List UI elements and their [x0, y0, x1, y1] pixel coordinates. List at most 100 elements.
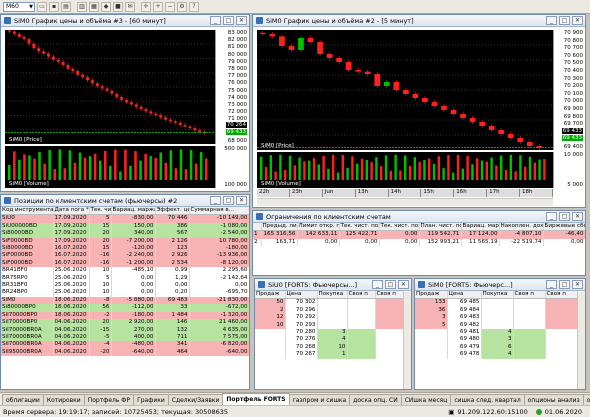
help-icon[interactable]: ? — [189, 1, 199, 12]
table-row[interactable]: SiM0 18.06.2020 -8 -5 880,00 69 483 -21 830,0… — [1, 296, 249, 305]
column-header[interactable]: Код инструмента — [1, 207, 54, 216]
table-row[interactable]: 69 479 6 — [415, 343, 578, 352]
column-header[interactable]: Суммарная в... — [189, 207, 249, 216]
save-icon[interactable]: ▪ — [49, 1, 59, 12]
workspace-tab[interactable]: облигации — [2, 394, 44, 405]
order-book-siu0-titlebar[interactable]: SiU0 [FORTS: Фьючерсы...] _ □ ✕ — [255, 279, 411, 291]
volume-chart-5min[interactable]: SiM0 [Volume] — [257, 152, 553, 188]
column-header[interactable]: Тек. чис — [89, 207, 112, 216]
table-icon[interactable]: ▦ — [89, 1, 99, 12]
table-row[interactable]: SiU0 17.09.2020 5 -830,00 70 446 -10 149,00 — [1, 214, 249, 223]
workspace-tab[interactable]: Портфель ФР — [83, 394, 135, 405]
vertical-scrollbar[interactable] — [403, 292, 411, 389]
maximize-icon[interactable]: □ — [223, 16, 234, 25]
table-row[interactable]: SiI70000BR0A 04.06.2020 -15 270,00 132 4 635,… — [1, 326, 249, 334]
workspace-tab[interactable]: сишка след. квартал — [450, 394, 525, 405]
price-chart-5min[interactable]: SiM0 [Price] — [257, 30, 553, 150]
zoom-in-icon[interactable]: + — [153, 1, 163, 12]
table-row[interactable]: BR75RP0 25.06.2020 5 0,00 1,29 -2 142,64 — [1, 274, 249, 283]
news-icon[interactable]: ✉ — [125, 1, 135, 12]
column-header[interactable]: Биржевые сборы — [543, 223, 585, 232]
column-header[interactable]: Предыд. лимит — [261, 223, 298, 232]
close-icon[interactable]: ✕ — [572, 16, 583, 25]
table-row[interactable]: BR24BP0 25.06.2020 10 0,00 0,20 -695,70 — [1, 289, 249, 297]
zoom-out-icon[interactable]: − — [165, 1, 175, 12]
minimize-icon[interactable]: _ — [210, 196, 221, 205]
positions-window-titlebar[interactable]: Позиции по клиентским счетам (фьючерсы) … — [1, 195, 249, 207]
column-header[interactable]: Эффект. цена — [155, 207, 190, 216]
stop-icon[interactable]: ■ — [113, 1, 123, 12]
connection-status[interactable]: ▣ 91.209.122.60:15100 — [448, 408, 528, 416]
column-header[interactable]: Покупка — [481, 291, 514, 300]
table-row[interactable]: 70 280 3 — [255, 329, 404, 337]
column-header[interactable]: Цена — [447, 291, 482, 300]
workspace-tab[interactable]: газпром и сишка — [288, 394, 351, 405]
column-header[interactable]: Своя п — [375, 291, 404, 300]
chart-window-5min-titlebar[interactable]: SiM0 График цены и объёма #2 - [5 минут]… — [253, 15, 585, 27]
print-icon[interactable]: ▤ — [61, 1, 71, 12]
table-row[interactable]: 5 69 482 — [415, 321, 578, 330]
maximize-icon[interactable]: □ — [559, 16, 570, 25]
table-row[interactable]: 69 478 4 — [415, 351, 578, 359]
minimize-icon[interactable]: _ — [210, 16, 221, 25]
table-row[interactable]: SiI70000BP0 18.06.2020 -2 -180,00 1 484 -1 32… — [1, 311, 249, 320]
column-header[interactable]: Вариац. маржа — [111, 207, 156, 216]
column-header[interactable]: Цена — [285, 291, 318, 300]
vertical-scrollbar[interactable] — [577, 292, 585, 389]
table-row[interactable]: Si80000BP0 18.06.2020 56 -112,00 33 -672,00 — [1, 304, 249, 312]
table-row[interactable]: SiF0000BD 17.09.2020 20 -7 200,00 2 126 10 78… — [1, 237, 249, 246]
table-row[interactable]: 50 70 302 — [255, 298, 404, 307]
table-row[interactable]: 70 267 1 — [255, 351, 404, 359]
column-header[interactable]: Продаж — [415, 291, 448, 300]
table-row[interactable]: SiF0000BD 16.07.2020 -16 -1 200,00 2 534 -8 1… — [1, 259, 249, 268]
settings-icon[interactable]: ⚙ — [177, 1, 187, 12]
column-header[interactable]: Вариац. маржа — [461, 223, 500, 232]
close-icon[interactable]: ✕ — [236, 196, 247, 205]
ticker-combo[interactable]: M60 ▼ — [3, 1, 35, 12]
table-row[interactable]: 3 69 483 — [415, 314, 578, 322]
column-header[interactable]: Своя п — [545, 291, 578, 300]
minimize-icon[interactable]: _ — [372, 280, 383, 289]
workspace-tab[interactable]: Портфель FORTS — [222, 393, 290, 405]
chart-horizontal-scrollbar[interactable] — [257, 198, 553, 206]
maximize-icon[interactable]: □ — [223, 196, 234, 205]
workspace-tab[interactable]: Сделки/Заявки — [167, 394, 224, 405]
close-icon[interactable]: ✕ — [572, 280, 583, 289]
table-row[interactable]: SiI95000BR0A 04.06.2020 -20 -640,00 464 -640,… — [1, 348, 249, 357]
column-header[interactable]: Накоплен. доход — [499, 223, 544, 232]
workspace-tab[interactable]: опционы РТС — [582, 394, 590, 405]
column-header[interactable]: Покупка — [317, 291, 348, 300]
workspace-tab[interactable]: СИшка месяц — [400, 394, 452, 405]
chart-window-60min-titlebar[interactable]: SiM0 График цены и объёма #3 - [60 минут… — [1, 15, 249, 27]
table-row[interactable]: SiU00000BD 17.09.2020 15 150,00 386 -1 080,00 — [1, 222, 249, 231]
order-icon[interactable]: ◆ — [101, 1, 111, 12]
column-header[interactable]: План. чист. поз. — [419, 223, 462, 232]
price-chart-60min[interactable]: SiM0 [Price] — [5, 28, 215, 144]
table-row[interactable]: 2 163,71 0,00 0,00 0,00 152 993,21 11 565,19 -2… — [253, 238, 585, 247]
table-row[interactable]: Si80000BD 16.07.2020 15 -120,00 123 -180,00 — [1, 245, 249, 253]
maximize-icon[interactable]: □ — [559, 280, 570, 289]
column-header[interactable]: Продаж — [255, 291, 286, 300]
table-row[interactable]: 70 276 4 — [255, 336, 404, 344]
open-icon[interactable]: ▭ — [37, 1, 47, 12]
minimize-icon[interactable]: _ — [546, 212, 557, 221]
minimize-icon[interactable]: _ — [546, 280, 557, 289]
table-row[interactable]: SiI70000BP0 04.06.2020 20 2 920,00 146 21 460… — [1, 319, 249, 327]
table-row[interactable]: 10 70 293 — [255, 321, 404, 330]
table-row[interactable]: SiI70000BR0A 04.06.2020 -4 -480,00 341 -6 820… — [1, 341, 249, 349]
workspace-tab[interactable]: доска опц. СИ — [349, 394, 402, 405]
table-row[interactable]: 12 70 292 — [255, 314, 404, 322]
column-header[interactable]: Тек. чист. поз. ( — [379, 223, 420, 232]
column-header[interactable]: Своя п — [347, 291, 376, 300]
column-header[interactable]: Своя п — [513, 291, 546, 300]
table-row[interactable]: 1 165 316,56 142 633,11 125 422,71 0,00 119 5… — [253, 230, 585, 239]
minimize-icon[interactable]: _ — [546, 16, 557, 25]
table-row[interactable]: SiF0000BD 16.07.2020 -16 -2 240,00 2 926 -13 … — [1, 252, 249, 260]
workspace-tab[interactable]: Графики — [133, 394, 169, 405]
maximize-icon[interactable]: □ — [559, 212, 570, 221]
table-row[interactable]: BR31BF0 25.06.2020 10 0,00 0,00 0,00 — [1, 282, 249, 290]
column-header[interactable]: Дата пога * — [53, 207, 90, 216]
table-row[interactable]: 69 480 3 — [415, 336, 578, 344]
column-header[interactable]: Лимит откр. п — [297, 223, 340, 232]
workspace-tab[interactable]: опционы анализ — [523, 394, 584, 405]
